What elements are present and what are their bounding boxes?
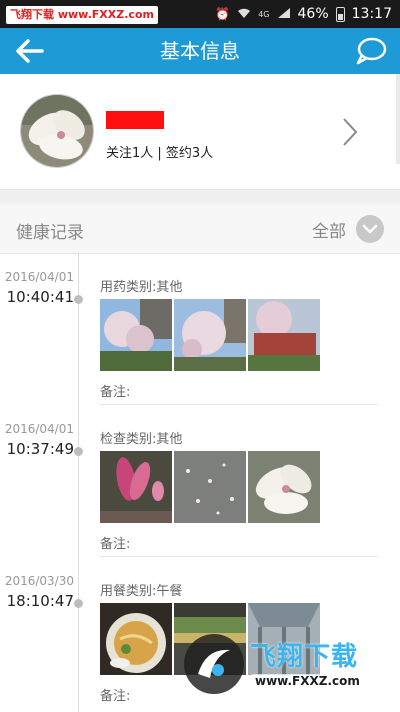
alarm-icon: ⏰ [215, 7, 231, 21]
record-time: 10:40:41 [6, 288, 74, 306]
record-item[interactable]: 2016/04/01 10:40:41 用药类别:其他 备注: [0, 254, 400, 406]
record-photos [100, 299, 320, 371]
filter-label: 全部 [312, 221, 346, 242]
record-type: 用餐类别:午餐 [100, 584, 183, 599]
magnolia-avatar-photo [21, 95, 93, 167]
record-date: 2016/04/01 [4, 270, 74, 284]
health-records-header: 健康记录 全部 [0, 204, 400, 254]
pink-magnolia-photo[interactable] [100, 451, 172, 523]
noodle-bowl-photo[interactable] [100, 603, 172, 675]
avatar[interactable] [20, 94, 94, 168]
chat-button[interactable] [354, 34, 388, 68]
record-type: 检查类别:其他 [100, 432, 183, 447]
record-time: 10:37:49 [6, 440, 74, 458]
chevron-right-icon[interactable] [340, 116, 360, 148]
divider [100, 556, 378, 557]
magnolia-tree-photo[interactable] [100, 299, 172, 371]
record-item[interactable]: 2016/04/01 10:37:49 检查类别:其他 备注: [0, 406, 400, 558]
white-magnolia-photo[interactable] [248, 451, 320, 523]
record-type: 用药类别:其他 [100, 280, 183, 295]
magnolia-building-photo[interactable] [248, 299, 320, 371]
record-note: 备注: [100, 385, 131, 400]
site-watermark: 飞翔下载 www.FXXZ.com [180, 628, 390, 700]
record-note: 备注: [100, 689, 131, 704]
record-date: 2016/03/30 [4, 574, 74, 588]
wifi-icon [237, 7, 251, 22]
watermark-url: www.FXXZ.com [252, 674, 363, 688]
watermark-logo-icon [184, 634, 244, 694]
record-photos [100, 451, 320, 523]
network-label: 4G [258, 9, 270, 19]
record-note: 备注: [100, 537, 131, 552]
battery-icon [335, 6, 345, 22]
magnolia-blossom-photo[interactable] [174, 299, 246, 371]
chevron-down-icon[interactable] [356, 215, 384, 243]
profile-card[interactable]: 关注1人 | 签约3人 [0, 74, 400, 190]
record-date: 2016/04/01 [4, 422, 74, 436]
chat-bubble-icon [356, 37, 387, 65]
status-icons: ⏰ 4G 46% 13:17 [215, 0, 392, 28]
divider [100, 404, 378, 405]
page-title: 基本信息 [160, 39, 240, 63]
watermark-label: 飞翔下载 www.FXXZ.com [6, 6, 158, 24]
filter-dropdown[interactable]: 全部 [312, 215, 384, 243]
watermark-text: 飞翔下载 [250, 642, 359, 672]
scroll-edge [396, 74, 400, 164]
petals-ground-photo[interactable] [174, 451, 246, 523]
user-name-redacted [106, 111, 164, 129]
battery-percent: 46% [297, 6, 329, 22]
section-gap [0, 190, 400, 204]
status-bar: 飞翔下载 www.FXXZ.com ⏰ 4G 46% 13:17 [0, 0, 400, 28]
timeline-dot [74, 447, 83, 456]
timeline-dot [74, 295, 83, 304]
signal-icon [277, 7, 291, 22]
follow-stats: 关注1人 | 签约3人 [106, 146, 214, 161]
timeline-dot [74, 599, 83, 608]
record-time: 18:10:47 [6, 592, 74, 610]
section-title: 健康记录 [16, 223, 84, 243]
clock: 13:17 [351, 6, 392, 22]
app-bar: 基本信息 [0, 28, 400, 74]
